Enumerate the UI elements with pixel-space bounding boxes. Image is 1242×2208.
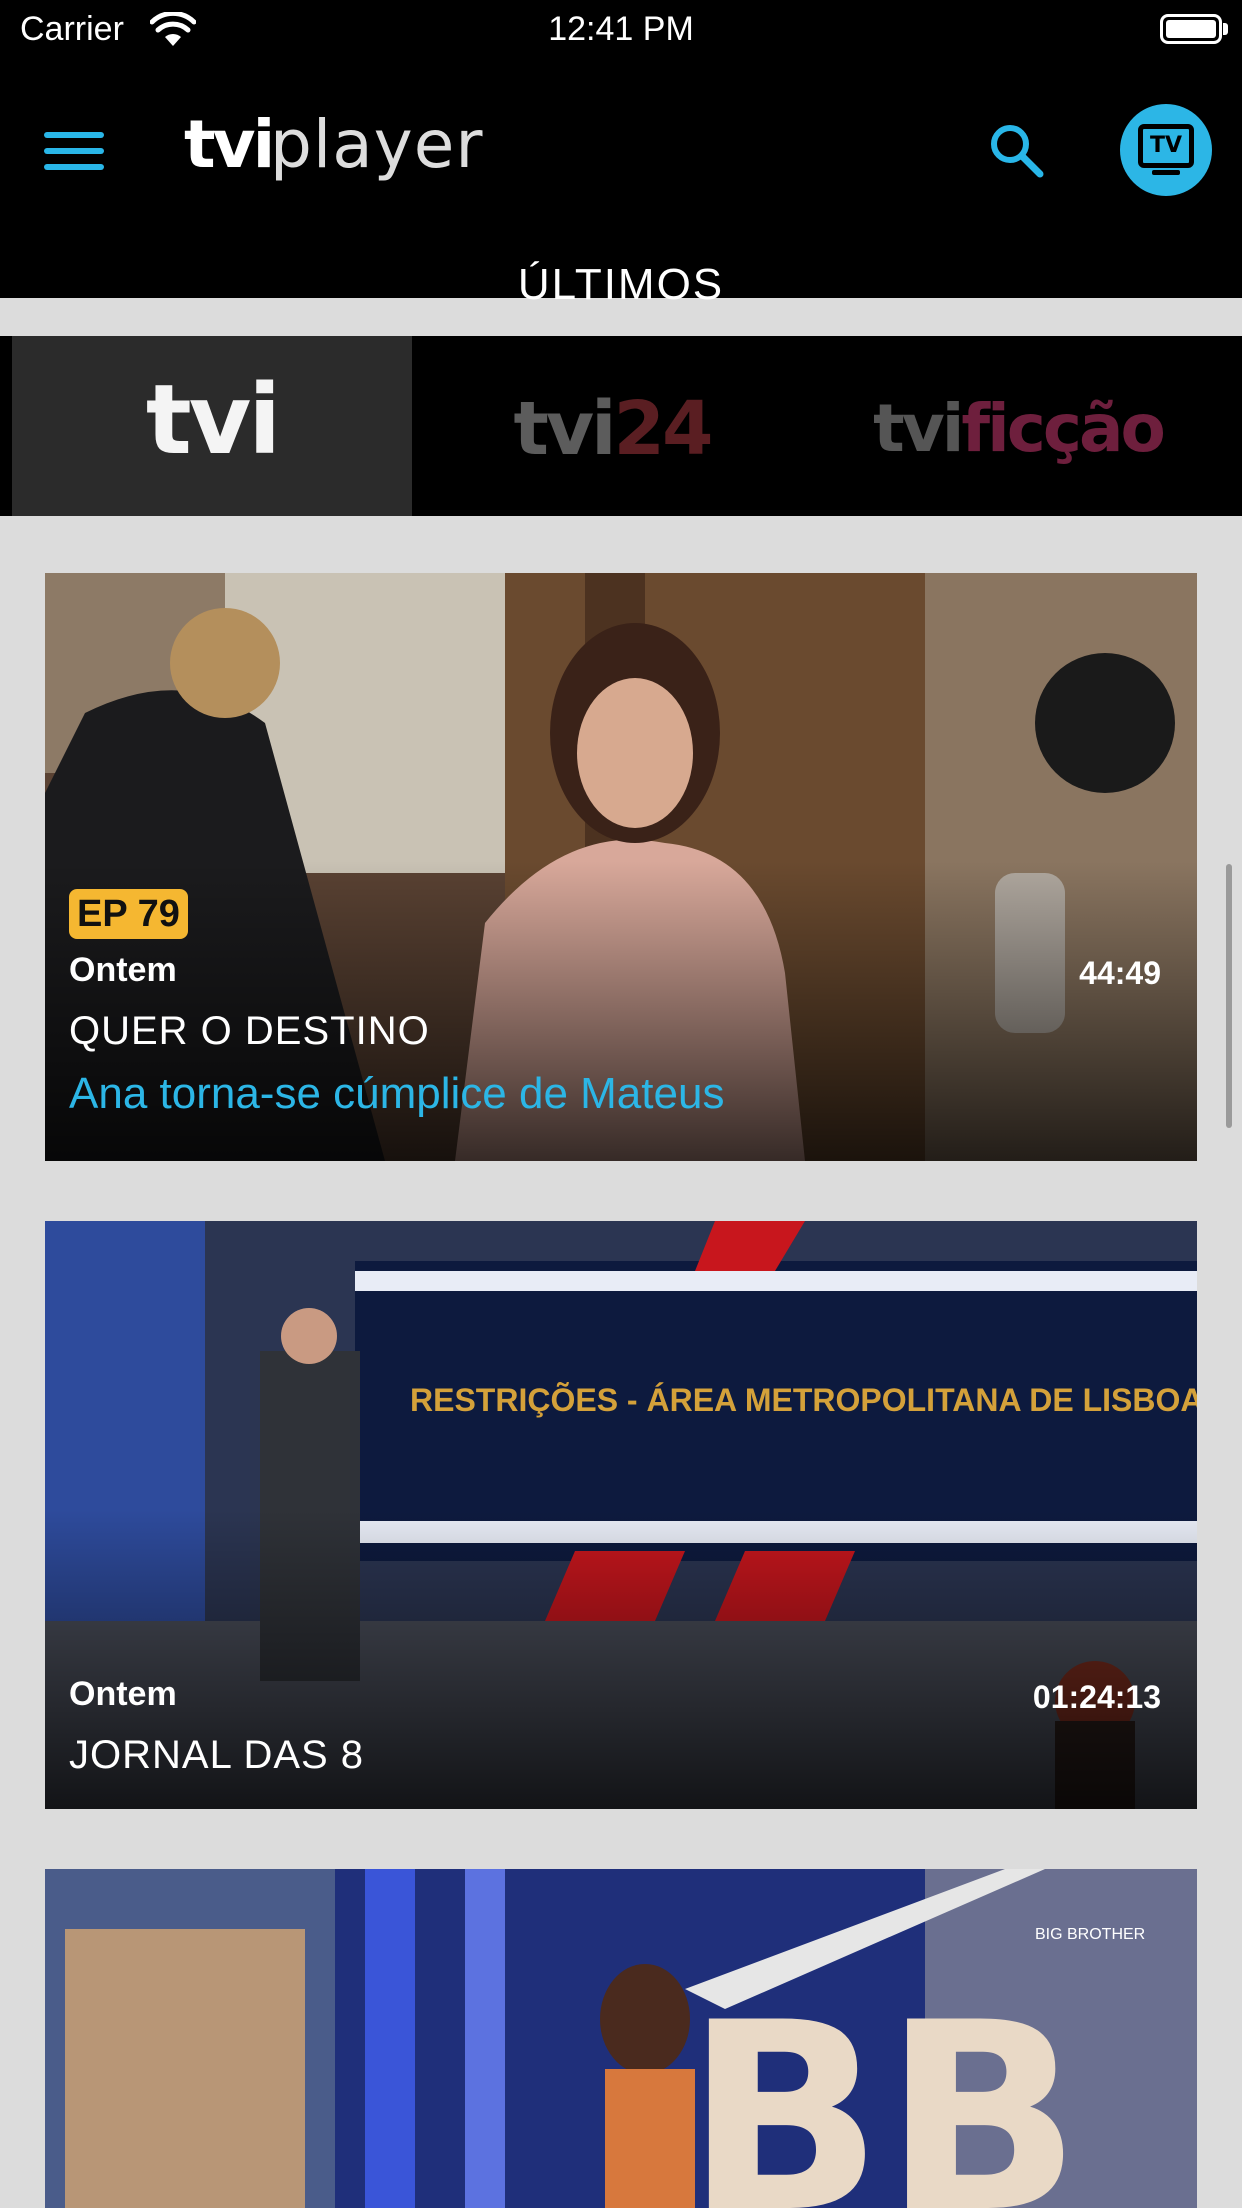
logo-player-text: player: [270, 106, 484, 183]
program-title: JORNAL DAS 8: [69, 1733, 365, 1777]
tab-tvi-ficcao[interactable]: tvificção: [818, 336, 1218, 516]
scrollbar[interactable]: [1226, 864, 1232, 1128]
program-title: QUER O DESTINO: [69, 1009, 430, 1053]
battery-cap: [1223, 23, 1228, 35]
tab-tvi24[interactable]: tvi24: [412, 336, 812, 516]
search-icon[interactable]: [986, 120, 1046, 180]
video-card[interactable]: BB BIG BROTHER: [45, 1869, 1197, 2208]
top-nav-bar: tvi player TV ÚLTIMOS: [0, 62, 1242, 309]
clock: 12:41 PM: [548, 10, 694, 48]
tab-tvi[interactable]: tvi: [12, 336, 412, 516]
tvi-channel-logo: tvi: [145, 364, 281, 476]
video-card[interactable]: RESTRIÇÕES - ÁREA METROPOLITANA DE LISBO…: [45, 1221, 1197, 1809]
channel-tabs: tvi tvi24 tvificção: [0, 336, 1242, 516]
tvi24-channel-logo: tvi24: [513, 386, 714, 472]
tvi-ficcao-channel-logo: tvificção: [873, 390, 1166, 467]
broadcast-overlay-text: RESTRIÇÕES - ÁREA METROPOLITANA DE LISBO…: [410, 1382, 1197, 1418]
tv-icon: TV: [1138, 124, 1194, 168]
big-brother-logo-text: BIG BROTHER: [1035, 1926, 1145, 1943]
air-date: Ontem: [69, 951, 177, 989]
duration: 44:49: [1079, 955, 1161, 991]
svg-text:BB: BB: [685, 1968, 1081, 2208]
episode-title: Ana torna-se cúmplice de Mateus: [69, 1069, 725, 1118]
logo-tvi-text: tvi: [184, 106, 275, 183]
air-date: Ontem: [69, 1675, 177, 1713]
menu-icon[interactable]: [44, 128, 106, 174]
battery-icon: [1160, 14, 1222, 44]
section-title: ÚLTIMOS: [517, 260, 725, 309]
status-bar: Carrier 12:41 PM: [0, 0, 1242, 62]
video-card[interactable]: EP 79 Ontem 44:49 QUER O DESTINO Ana tor…: [45, 573, 1197, 1161]
episode-badge: EP 79: [69, 889, 188, 939]
duration: 01:24:13: [1032, 1679, 1161, 1715]
live-tv-button[interactable]: TV: [1120, 104, 1212, 196]
video-thumbnail: BB BIG BROTHER: [45, 1869, 1197, 2208]
tv-stand: [1152, 170, 1180, 175]
